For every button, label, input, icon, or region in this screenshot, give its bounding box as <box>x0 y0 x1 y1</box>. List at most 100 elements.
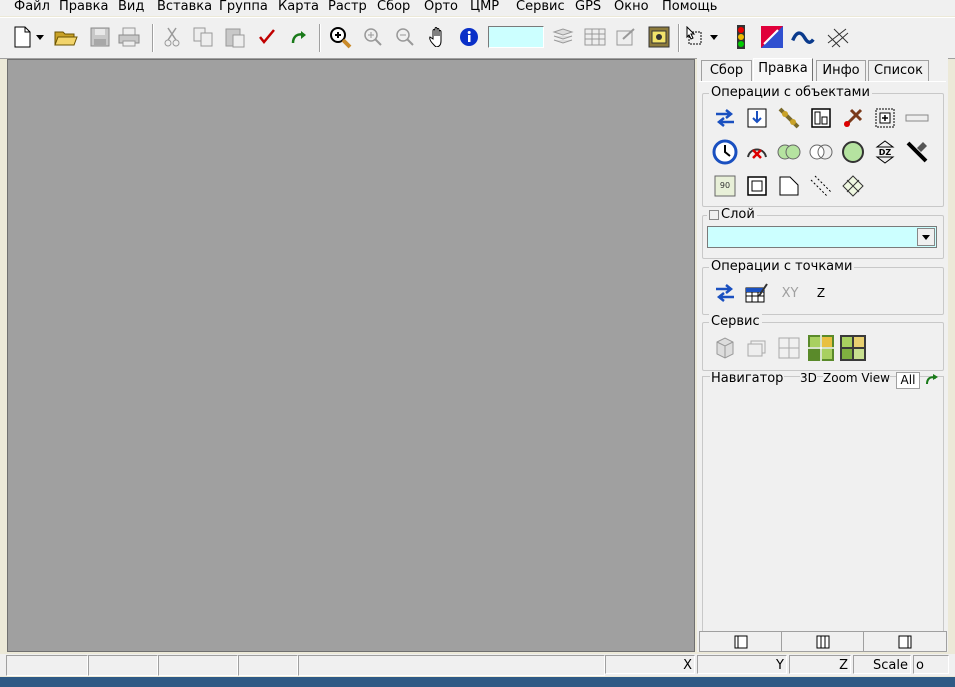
menu-map[interactable]: Карта <box>278 0 319 14</box>
object-frame-icon[interactable] <box>808 105 834 131</box>
paste-icon[interactable] <box>223 25 247 49</box>
new-dropdown-icon[interactable] <box>33 25 47 49</box>
cross-hatch-icon[interactable] <box>840 173 866 199</box>
zoom-out-icon[interactable] <box>393 25 417 49</box>
service-box-icon[interactable] <box>712 335 738 361</box>
layers-icon[interactable] <box>551 25 575 49</box>
open-folder-icon[interactable] <box>54 25 78 49</box>
navigator-view-right-button[interactable] <box>863 631 947 652</box>
navigator-3d-button[interactable]: 3D <box>800 371 817 385</box>
toolbar-value-field[interactable] <box>488 26 544 48</box>
tab-collect[interactable]: Сбор <box>701 60 752 81</box>
tab-list[interactable]: Список <box>868 60 929 81</box>
tab-edit[interactable]: Правка <box>753 58 813 82</box>
service-grid-icon[interactable] <box>776 335 802 361</box>
dz-icon[interactable]: DZ <box>872 139 898 165</box>
points-swap-icon[interactable] <box>712 280 738 306</box>
insert-point-icon[interactable] <box>744 105 770 131</box>
zoom-in-icon[interactable] <box>361 25 385 49</box>
union-icon[interactable] <box>776 139 802 165</box>
grid-tool-icon[interactable] <box>826 25 850 49</box>
save-icon[interactable] <box>88 25 112 49</box>
menu-ortho[interactable]: Орто <box>424 0 458 14</box>
status-bar: X Y Z Scale o <box>0 654 955 676</box>
menu-edit[interactable]: Правка <box>59 0 108 14</box>
navigator-view-single-button[interactable] <box>699 631 783 652</box>
menu-insert[interactable]: Вставка <box>157 0 212 14</box>
objects-group-title: Операции с объектами <box>709 85 872 100</box>
select-object-icon[interactable] <box>683 25 707 49</box>
delete-vertex-icon[interactable] <box>744 139 770 165</box>
status-y-label: Y <box>697 655 787 674</box>
menu-service[interactable]: Сервис <box>516 0 565 14</box>
layer-dropdown-icon[interactable] <box>917 228 935 246</box>
points-table-edit-icon[interactable] <box>744 280 770 306</box>
navigator-view-split-button[interactable] <box>781 631 865 652</box>
select-in-frame-icon[interactable] <box>872 105 898 131</box>
properties-icon[interactable] <box>614 25 638 49</box>
tools-icon[interactable] <box>647 25 671 49</box>
menu-view[interactable]: Вид <box>118 0 144 14</box>
points-group-title: Операции с точками <box>709 259 855 274</box>
menu-raster[interactable]: Растр <box>328 0 367 14</box>
rotate-clock-icon[interactable] <box>712 139 738 165</box>
layer-group-title: Слой <box>707 207 757 222</box>
menu-window[interactable]: Окно <box>614 0 649 14</box>
split-tool-icon[interactable] <box>840 105 866 131</box>
status-cell-5 <box>298 655 605 676</box>
service-image-tiles-icon[interactable] <box>808 335 834 361</box>
cut-icon[interactable] <box>160 25 184 49</box>
rotate-90-icon[interactable]: 90 <box>712 173 738 199</box>
new-document-icon[interactable] <box>10 25 34 49</box>
menu-collect[interactable]: Сбор <box>377 0 410 14</box>
intersect-icon[interactable] <box>808 139 834 165</box>
map-canvas[interactable] <box>7 59 695 652</box>
status-cell-1 <box>6 655 88 676</box>
cut-corner-icon[interactable] <box>776 173 802 199</box>
menu-group[interactable]: Группа <box>219 0 268 14</box>
points-z-button[interactable]: Z <box>808 280 834 306</box>
points-xy-button[interactable]: XY <box>776 280 804 306</box>
status-cell-4 <box>238 655 298 676</box>
pan-hand-icon[interactable] <box>426 25 450 49</box>
circle-object-icon[interactable] <box>840 139 866 165</box>
menu-help[interactable]: Помощь <box>662 0 717 14</box>
table-icon[interactable] <box>583 25 607 49</box>
desktop-strip <box>0 677 955 687</box>
layer-select[interactable] <box>707 226 937 248</box>
service-pages-icon[interactable] <box>744 335 770 361</box>
menu-bar: Файл Правка Вид Вставка Группа Карта Рас… <box>0 0 955 16</box>
menu-gps[interactable]: GPS <box>575 0 601 14</box>
raster-tool-icon[interactable] <box>760 25 784 49</box>
status-z-label: Z <box>789 655 851 674</box>
svg-text:DZ: DZ <box>879 148 892 157</box>
erase-icon[interactable] <box>904 139 930 165</box>
check-icon[interactable] <box>255 25 279 49</box>
info-icon[interactable] <box>457 25 481 49</box>
curve-tool-icon[interactable] <box>791 25 815 49</box>
navigator-zoom-view-button[interactable]: Zoom View <box>823 371 890 385</box>
navigator-panel <box>702 376 944 632</box>
edit-line-icon[interactable] <box>776 105 802 131</box>
traffic-light-icon[interactable] <box>729 25 753 49</box>
redo-icon[interactable] <box>287 25 311 49</box>
zoom-select-icon[interactable] <box>328 25 352 49</box>
horizontal-line-icon[interactable] <box>904 105 930 131</box>
swap-arrows-icon[interactable] <box>712 105 738 131</box>
select-dropdown-icon[interactable] <box>708 25 720 49</box>
service-image-mosaic-icon[interactable] <box>840 335 866 361</box>
service-group-title: Сервис <box>709 314 762 329</box>
print-icon[interactable] <box>117 25 141 49</box>
tab-info[interactable]: Инфо <box>816 60 866 81</box>
svg-text:90: 90 <box>720 181 730 190</box>
navigator-title: Навигатор <box>710 371 785 386</box>
navigator-all-button[interactable]: All <box>896 372 920 389</box>
navigator-refresh-icon[interactable] <box>924 371 940 387</box>
nested-frame-icon[interactable] <box>744 173 770 199</box>
menu-dem[interactable]: ЦМР <box>470 0 499 14</box>
status-x-label: X <box>605 655 695 674</box>
hatch-diagonal-icon[interactable] <box>808 173 834 199</box>
status-scale-label: Scale <box>853 655 911 674</box>
menu-file[interactable]: Файл <box>14 0 50 14</box>
copy-icon[interactable] <box>191 25 215 49</box>
